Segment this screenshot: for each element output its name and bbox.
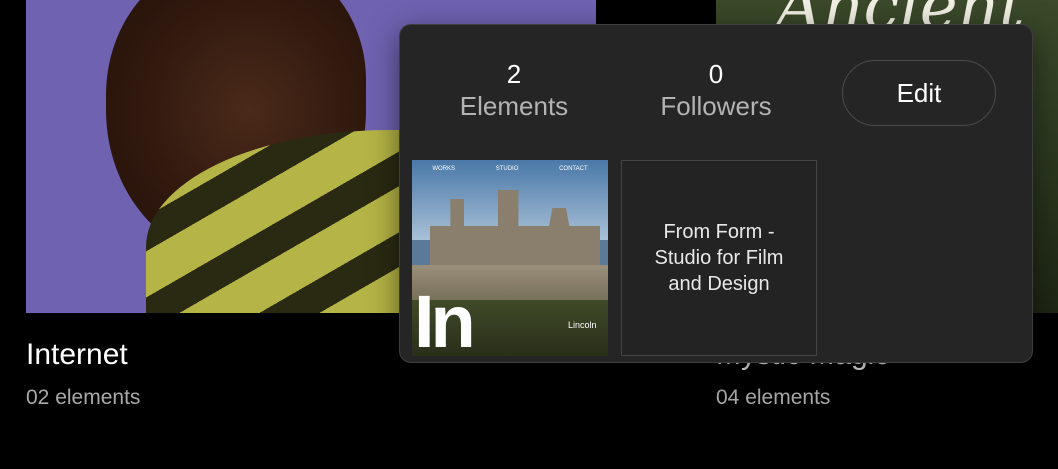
collection-popover: 2 Elements 0 Followers Edit WORKS STUDIO… — [399, 24, 1033, 363]
thumbnail-logo: In — [414, 280, 476, 357]
elements-count: 2 — [506, 59, 522, 89]
followers-label: Followers — [660, 91, 772, 121]
elements-label: Elements — [459, 91, 569, 121]
element-thumbnail[interactable]: WORKS STUDIO CONTACT In Lincoln — [412, 160, 608, 356]
elements-stat: 2 Elements — [434, 59, 594, 123]
collection-count: 04 elements — [716, 386, 831, 409]
collection-count: 02 elements — [26, 386, 141, 409]
thumbnail-caption: Lincoln — [568, 320, 597, 330]
collection-title[interactable]: Internet — [26, 338, 128, 372]
followers-count: 0 — [708, 59, 724, 89]
thumbnail-nav-item: CONTACT — [559, 166, 588, 172]
thumbnail-nav-item: WORKS — [432, 166, 456, 172]
element-thumbnail-text[interactable]: From Form - Studio for Film and Design — [621, 160, 817, 356]
thumbnail-nav-item: STUDIO — [495, 166, 519, 172]
thumbnail-nav: WORKS STUDIO CONTACT — [412, 166, 608, 172]
followers-stat: 0 Followers — [636, 59, 796, 123]
edit-button[interactable]: Edit — [842, 60, 996, 126]
thumbnail-title: From Form - Studio for Film and Design — [654, 221, 784, 295]
